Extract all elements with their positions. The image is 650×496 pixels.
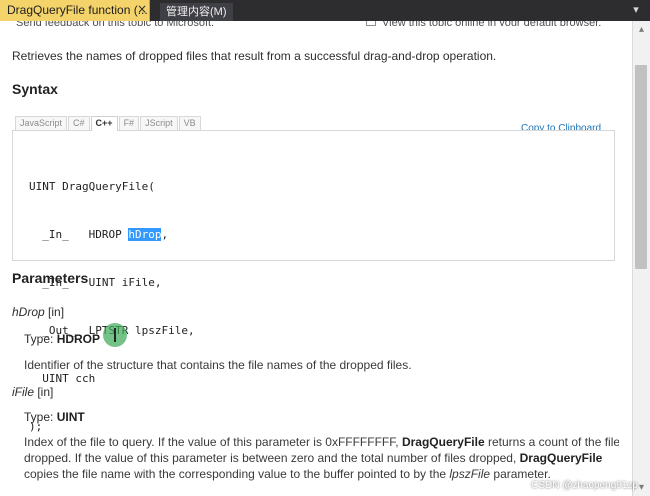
parameter-hdrop-type-label: Type: — [24, 332, 57, 346]
dragqueryfile-keyword-2: DragQueryFile — [519, 451, 603, 465]
ifile-description-line-3-text: copies the file name with the correspond… — [24, 467, 450, 481]
lpszfile-parameter-name: lpszFile — [449, 467, 491, 481]
parameter-hdrop-description: Identifier of the structure that contain… — [24, 358, 412, 372]
tab-dragqueryfile-label: DragQueryFile function (... — [7, 3, 148, 17]
chevron-down-icon[interactable]: ▾ — [630, 2, 642, 17]
selected-code-token: hDrop — [128, 228, 162, 241]
syntax-heading: Syntax — [12, 81, 58, 97]
parameter-ifile-direction: [in] — [34, 385, 54, 399]
tab-jscript[interactable]: JScript — [140, 116, 178, 130]
ifile-description-line-1-text: Index of the file to query. If the value… — [24, 435, 402, 449]
help-viewer-window: DragQueryFile function (... × 管理内容(M) ▾ … — [0, 0, 650, 496]
dragqueryfile-keyword-1: DragQueryFile — [401, 435, 485, 449]
close-icon[interactable]: × — [136, 1, 148, 17]
parameter-hdrop-type-line: Type: HDROP — [24, 331, 100, 347]
tab-vb[interactable]: VB — [178, 116, 201, 130]
document-tab-strip: DragQueryFile function (... × 管理内容(M) ▾ — [0, 0, 650, 21]
ifile-description-line-1: Index of the file to query. If the value… — [24, 434, 619, 450]
ifile-description-line-1-end: returns a count of the files — [484, 435, 619, 449]
parameter-ifile-description: Index of the file to query. If the value… — [24, 434, 619, 482]
tab-javascript[interactable]: JavaScript — [15, 116, 68, 130]
ifile-description-line-2-text: dropped. If the value of this parameter … — [24, 451, 520, 465]
tab-dragqueryfile[interactable]: DragQueryFile function (... × — [0, 0, 150, 21]
help-content-pane: Retrieves the names of dropped files tha… — [0, 21, 632, 496]
syntax-code-box: UINT DragQueryFile( _In_ HDROP hDrop, _I… — [12, 130, 615, 433]
vertical-scrollbar[interactable]: ▴ ▾ — [632, 21, 650, 496]
code-line-1: UINT DragQueryFile( — [29, 180, 155, 193]
code-line-2-suffix: , — [161, 228, 169, 241]
function-description: Retrieves the names of dropped files tha… — [12, 49, 497, 63]
code-line-5: UINT cch — [29, 372, 96, 385]
parameter-hdrop-direction: [in] — [44, 305, 65, 319]
tab-manage-content[interactable]: 管理内容(M) — [160, 3, 233, 21]
code-line-2-prefix: _In_ HDROP — [29, 228, 129, 241]
parameter-hdrop-type: HDROP — [56, 332, 101, 346]
scroll-up-icon[interactable]: ▴ — [633, 21, 650, 38]
ifile-description-line-3-end: parameter. — [490, 467, 551, 481]
scrollbar-thumb[interactable] — [635, 65, 647, 269]
parameter-ifile-name: iFile — [12, 385, 35, 399]
parameter-ifile-name-line: iFile [in] — [12, 384, 53, 400]
ifile-description-line-3: copies the file name with the correspond… — [24, 466, 619, 482]
tab-csharp[interactable]: C# — [68, 116, 90, 130]
parameter-hdrop-name-line: hDrop [in] — [12, 304, 64, 320]
tab-fsharp[interactable]: F# — [118, 116, 140, 130]
parameter-ifile-type-line: Type: UINT — [24, 409, 85, 425]
parameter-ifile-type-label: Type: — [24, 410, 57, 424]
tab-cpp[interactable]: C++ — [90, 116, 118, 131]
code-line-2: _In_ HDROP hDrop, — [29, 227, 195, 243]
language-tabs: JavaScript C# C++ F# JScript VB — [15, 116, 202, 131]
parameters-heading: Parameters — [12, 270, 89, 286]
parameter-hdrop-name: hDrop — [12, 305, 45, 319]
ifile-description-line-2: dropped. If the value of this parameter … — [24, 450, 619, 466]
watermark: CSDN @zhaopeng01zp — [531, 480, 638, 491]
parameter-ifile-type: UINT — [56, 410, 85, 424]
text-cursor — [114, 328, 116, 342]
